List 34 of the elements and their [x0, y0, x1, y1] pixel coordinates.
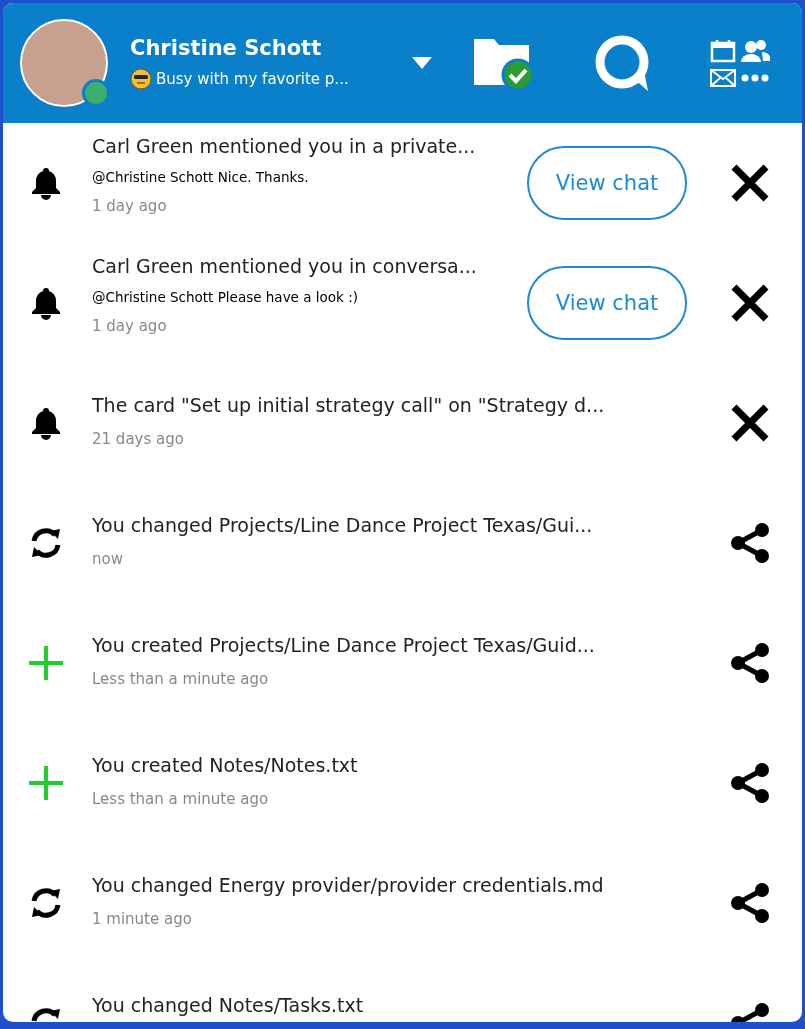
user-name: Christine Schott: [130, 36, 323, 60]
notification-time: 1 minute ago: [92, 910, 193, 928]
bell-icon: [29, 166, 62, 200]
close-icon[interactable]: [729, 163, 770, 203]
bell-icon: [29, 406, 62, 440]
bell-icon: [29, 286, 62, 320]
notification-title: You created Projects/Line Dance Project Texas/Guid...: [92, 634, 596, 656]
notification-time: 21 days ago: [92, 430, 185, 448]
notification-message: @Christine Schott Nice. Thanks.: [92, 169, 310, 185]
notification-title: You changed Energy provider/provider credentials.md: [92, 874, 605, 896]
notification-title: You created Notes/Notes.txt: [92, 754, 359, 776]
dropdown-caret-icon[interactable]: [412, 57, 432, 69]
plus-icon: [26, 644, 65, 682]
status-message[interactable]: Busy with my favorite p...: [156, 70, 349, 88]
mail-icon[interactable]: [710, 69, 736, 87]
close-icon[interactable]: [729, 283, 770, 323]
notification-message: @Christine Schott Please have a look :): [92, 289, 359, 305]
notification-time: Less than a minute ago: [92, 670, 270, 688]
view-chat-button[interactable]: View chat: [527, 146, 687, 220]
notification-title: The card "Set up initial strategy call" on "Strategy d...: [92, 394, 606, 416]
contacts-icon[interactable]: [740, 39, 770, 63]
notification-time: Less than a minute ago: [92, 790, 270, 808]
plus-icon: [26, 764, 65, 802]
notification-title: You changed Notes/Tasks.txt: [92, 994, 365, 1016]
notification-time: 1 day ago: [92, 317, 168, 335]
notification-time: 1 day ago: [92, 197, 168, 215]
notification-title: Carl Green mentioned you in conversa...: [92, 255, 478, 277]
sunglasses-emoji-icon: [130, 68, 152, 90]
close-icon[interactable]: [729, 403, 770, 443]
notification-time: now: [92, 550, 124, 568]
calendar-icon[interactable]: [710, 39, 736, 63]
notification-title: You changed Projects/Line Dance Project Texas/Gui...: [92, 514, 594, 536]
view-chat-button[interactable]: View chat: [527, 266, 687, 340]
notification-title: Carl Green mentioned you in a private...: [92, 135, 477, 157]
